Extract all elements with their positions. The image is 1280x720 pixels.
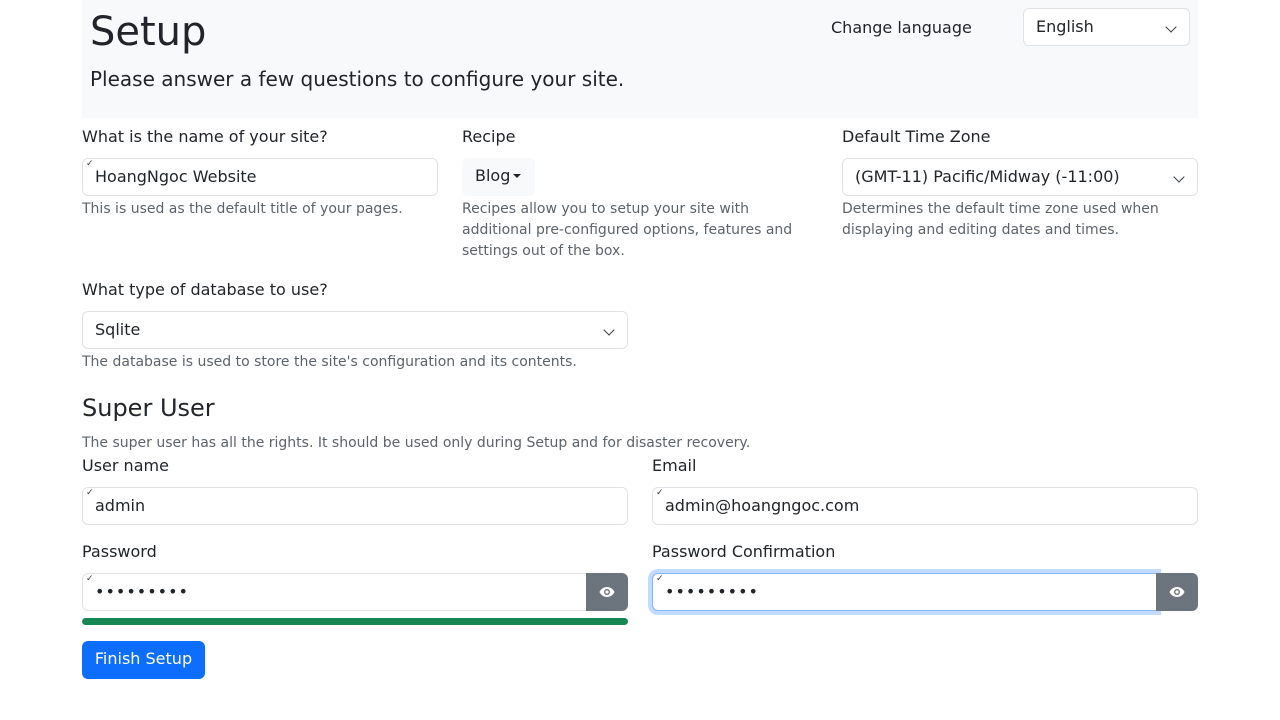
- page-subtitle: Please answer a few questions to configu…: [90, 67, 625, 91]
- password-value: •••••••••: [95, 582, 189, 601]
- eye-icon: [1169, 587, 1185, 597]
- site-name-value: HoangNgoc Website: [95, 167, 257, 186]
- timezone-help: Determines the default time zone used wh…: [842, 201, 1159, 238]
- password-strength-fill: [82, 618, 628, 625]
- super-user-help: The super user has all the rights. It sh…: [82, 435, 751, 451]
- language-select[interactable]: English: [1023, 8, 1190, 46]
- change-language-label: Change language: [831, 18, 972, 37]
- autofill-check-icon: ✓: [656, 488, 664, 498]
- recipe-help: Recipes allow you to setup your site wit…: [462, 201, 793, 259]
- password-label: Password: [82, 542, 157, 561]
- database-label: What type of database to use?: [82, 280, 328, 299]
- username-input[interactable]: ✓ admin: [82, 487, 628, 525]
- timezone-selected: (GMT-11) Pacific/Midway (-11:00): [855, 167, 1120, 186]
- chevron-down-icon: [1173, 171, 1185, 183]
- site-name-label: What is the name of your site?: [82, 127, 328, 146]
- email-label: Email: [652, 456, 697, 475]
- password-confirm-label: Password Confirmation: [652, 542, 836, 561]
- email-input[interactable]: ✓ admin@hoangngoc.com: [652, 487, 1198, 525]
- recipe-selected: Blog: [475, 166, 511, 185]
- timezone-select[interactable]: (GMT-11) Pacific/Midway (-11:00): [842, 158, 1198, 196]
- eye-icon: [599, 587, 615, 597]
- autofill-check-icon: ✓: [86, 574, 94, 584]
- language-select-value: English: [1036, 17, 1094, 36]
- super-user-heading: Super User: [82, 394, 215, 422]
- password-strength-bar: [82, 618, 628, 625]
- autofill-check-icon: ✓: [656, 574, 664, 584]
- password-confirm-input[interactable]: ✓ •••••••••: [652, 573, 1157, 611]
- show-password-button[interactable]: [586, 573, 628, 611]
- recipe-dropdown-button[interactable]: Blog: [462, 158, 535, 196]
- database-selected: Sqlite: [95, 320, 141, 339]
- caret-down-icon: [513, 174, 522, 178]
- username-label: User name: [82, 456, 169, 475]
- password-confirm-value: •••••••••: [665, 582, 759, 601]
- password-input[interactable]: ✓ •••••••••: [82, 573, 587, 611]
- recipe-label: Recipe: [462, 127, 516, 146]
- autofill-check-icon: ✓: [86, 488, 94, 498]
- show-password-confirm-button[interactable]: [1156, 573, 1198, 611]
- setup-header: Setup Please answer a few questions to c…: [82, 0, 1198, 118]
- page-title: Setup: [90, 9, 207, 55]
- autofill-check-icon: ✓: [86, 159, 94, 169]
- chevron-down-icon: [1165, 21, 1177, 33]
- chevron-down-icon: [603, 324, 615, 336]
- timezone-label: Default Time Zone: [842, 127, 991, 146]
- site-name-input[interactable]: ✓ HoangNgoc Website: [82, 158, 438, 196]
- finish-setup-button[interactable]: Finish Setup: [82, 641, 205, 679]
- database-help: The database is used to store the site's…: [82, 354, 577, 370]
- email-value: admin@hoangngoc.com: [665, 496, 860, 515]
- username-value: admin: [95, 496, 146, 515]
- database-select[interactable]: Sqlite: [82, 311, 628, 349]
- site-name-help: This is used as the default title of you…: [82, 201, 403, 217]
